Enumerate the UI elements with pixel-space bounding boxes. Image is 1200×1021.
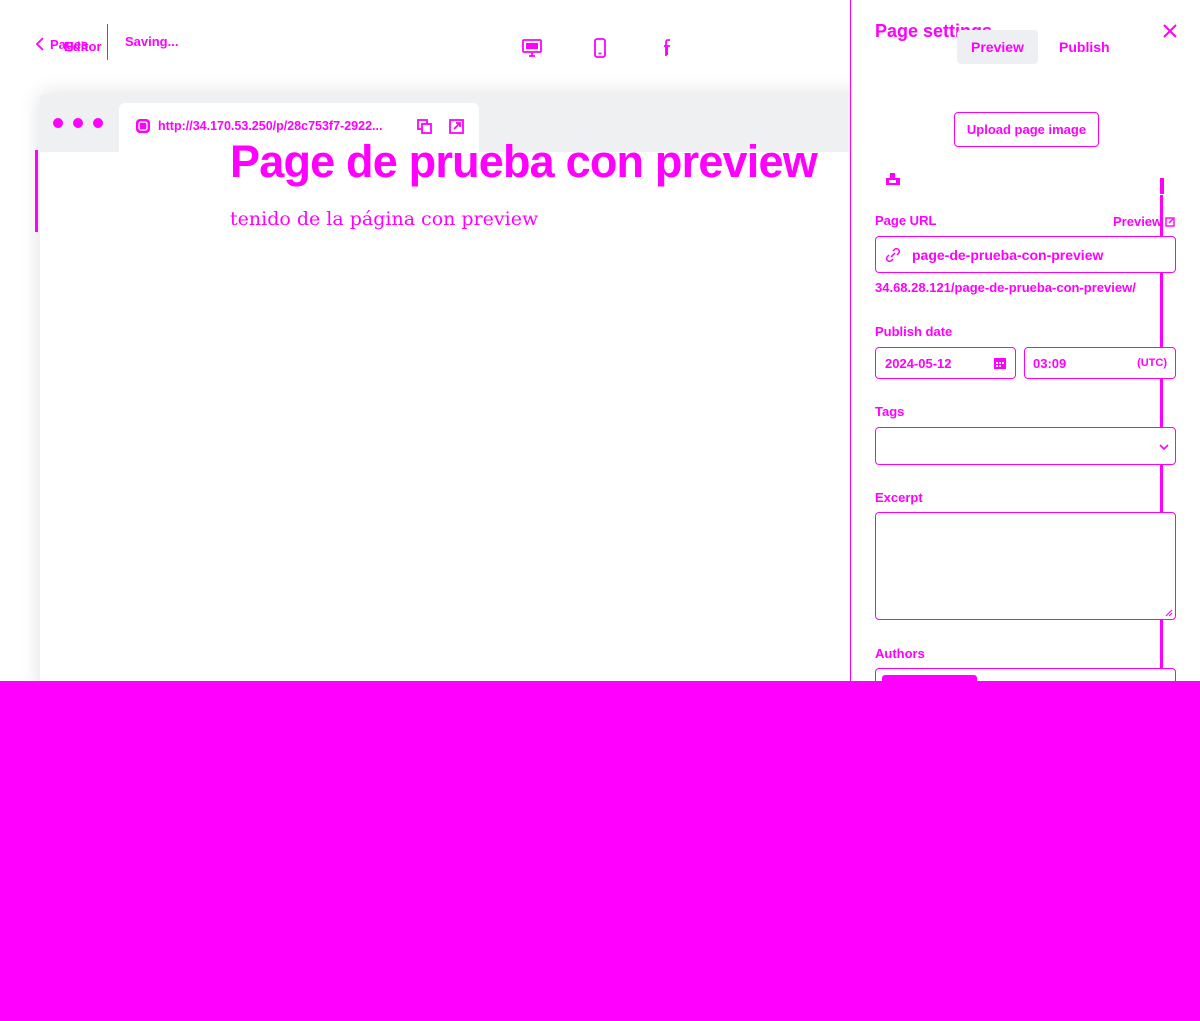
facebook-preview-button[interactable] — [656, 36, 680, 60]
tab-preview[interactable]: Preview — [957, 30, 1038, 64]
mobile-preview-button[interactable] — [588, 36, 612, 60]
window-dot — [73, 118, 83, 128]
preview-link[interactable]: Preview — [1113, 214, 1175, 229]
preview-url[interactable]: http://34.170.53.250/p/28c753f7-2922... — [158, 119, 402, 133]
desktop-icon — [522, 39, 542, 57]
page-title: Page de prueba con preview — [230, 136, 818, 187]
timezone-label: (UTC) — [1137, 357, 1167, 369]
link-icon — [886, 247, 900, 262]
copy-icon[interactable] — [416, 118, 433, 135]
editor-label: Editor — [64, 39, 102, 54]
calendar-icon — [994, 358, 1006, 369]
slug-value: page-de-prueba-con-preview — [912, 246, 1104, 263]
image-icon — [886, 173, 900, 185]
bottom-block — [0, 681, 1200, 1021]
publish-date-input[interactable]: 2024-05-12 — [875, 347, 1016, 379]
window-dot — [53, 118, 63, 128]
tags-select[interactable] — [875, 427, 1176, 465]
page-url-input[interactable]: page-de-prueba-con-preview — [875, 236, 1176, 273]
site-icon — [136, 119, 150, 133]
date-value: 2024-05-12 — [885, 355, 952, 371]
publish-time-input[interactable]: 03:09 (UTC) — [1024, 347, 1176, 379]
publish-date-label: Publish date — [875, 324, 953, 339]
toolbar-divider — [107, 24, 108, 60]
chevron-left-icon — [35, 37, 44, 51]
time-value: 03:09 — [1033, 355, 1067, 371]
window-dot — [93, 118, 103, 128]
resize-handle-icon[interactable] — [1163, 607, 1173, 617]
page-excerpt: tenido de la página con preview — [230, 208, 539, 230]
frame-edge — [35, 150, 38, 232]
excerpt-textarea[interactable] — [875, 512, 1176, 620]
authors-label: Authors — [875, 646, 925, 661]
tab-publish[interactable]: Publish — [1045, 30, 1124, 64]
scroll-indicator — [1160, 178, 1164, 194]
saving-status: Saving... — [125, 34, 179, 49]
close-icon[interactable] — [1160, 21, 1180, 41]
tags-label: Tags — [875, 404, 905, 419]
excerpt-label: Excerpt — [875, 490, 923, 505]
preview-link-label: Preview — [1113, 214, 1163, 229]
facebook-icon — [664, 39, 670, 56]
full-url[interactable]: 34.68.28.121/page-de-prueba-con-preview/ — [875, 280, 1136, 295]
desktop-preview-button[interactable] — [520, 36, 544, 60]
mobile-icon — [594, 38, 606, 58]
upload-page-image-button[interactable]: Upload page image — [954, 112, 1099, 147]
external-link-icon — [1165, 216, 1175, 227]
page-url-label: Page URL — [875, 213, 937, 228]
open-external-icon[interactable] — [448, 118, 465, 135]
chevron-down-icon — [1159, 444, 1169, 451]
